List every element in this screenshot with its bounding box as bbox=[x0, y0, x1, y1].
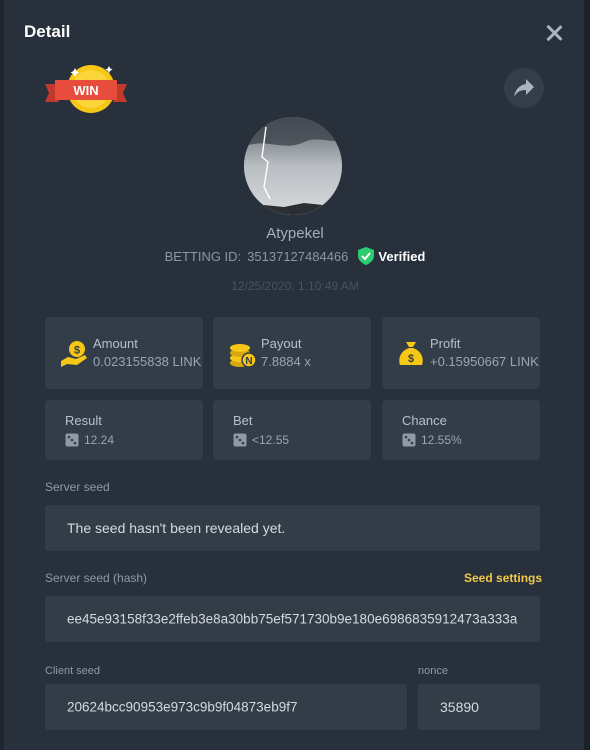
payout-card: N Payout 7.8884 x bbox=[213, 317, 371, 389]
server-seed-hash-value: ee45e93158f33e2ffeb3e8a30bb75ef571730b9e… bbox=[67, 611, 518, 627]
hand-coin-icon: $ bbox=[61, 341, 87, 367]
profit-card: $ Profit +0.15950667 LINK bbox=[382, 317, 540, 389]
amount-card: $ Amount 0.023155838 LINK bbox=[45, 317, 203, 389]
username: Atypekel bbox=[266, 225, 324, 242]
svg-text:N: N bbox=[245, 356, 252, 367]
svg-text:$: $ bbox=[408, 353, 414, 365]
profit-label: Profit bbox=[430, 336, 461, 351]
verified-label: Verified bbox=[378, 248, 426, 264]
modal-title: Detail bbox=[24, 22, 71, 41]
bet-value: <12.55 bbox=[252, 433, 290, 447]
nonce-field[interactable]: 35890 bbox=[418, 684, 540, 730]
betting-id-value: 35137127484466 bbox=[247, 248, 349, 264]
avatar bbox=[244, 117, 342, 215]
nonce-value: 35890 bbox=[440, 699, 479, 715]
chance-card: Chance 12.55% bbox=[382, 400, 540, 460]
dice-icon bbox=[233, 433, 247, 447]
server-seed-hash-field[interactable]: ee45e93158f33e2ffeb3e8a30bb75ef571730b9e… bbox=[45, 596, 540, 642]
payout-value: 7.8884 x bbox=[261, 354, 311, 369]
profit-value: +0.15950667 LINK bbox=[430, 354, 539, 369]
share-button[interactable] bbox=[504, 68, 544, 108]
share-icon bbox=[514, 79, 534, 97]
result-label: Result bbox=[65, 413, 102, 428]
server-seed-field[interactable]: The seed hasn't been revealed yet. bbox=[45, 505, 540, 551]
result-value-row: 12.24 bbox=[65, 433, 114, 447]
avatar-image bbox=[244, 117, 342, 215]
nonce-label: nonce bbox=[418, 665, 448, 677]
payout-label: Payout bbox=[261, 336, 302, 351]
client-seed-label: Client seed bbox=[45, 665, 101, 677]
client-seed-value: 20624bcc90953e973c9b9f04873eb9f7 bbox=[67, 699, 298, 715]
close-icon[interactable] bbox=[543, 22, 565, 44]
server-seed-value: The seed hasn't been revealed yet. bbox=[67, 520, 286, 536]
result-value: 12.24 bbox=[84, 433, 115, 447]
bet-label: Bet bbox=[233, 413, 253, 428]
dice-icon bbox=[402, 433, 416, 447]
bet-value-row: <12.55 bbox=[233, 433, 289, 447]
money-bag-icon: $ bbox=[399, 342, 423, 365]
bet-card: Bet <12.55 bbox=[213, 400, 371, 460]
verified-badge: Verified bbox=[358, 247, 425, 265]
coin-stack-icon: N bbox=[230, 344, 257, 368]
win-badge-text: WIN bbox=[73, 83, 98, 98]
betting-id-row: BETTING ID: 35137127484466 Verified bbox=[0, 247, 590, 265]
bet-date: 12/25/2020, 1:10:49 AM bbox=[231, 279, 359, 293]
amount-value: 0.023155838 LINK bbox=[93, 354, 202, 369]
server-seed-label: Server seed bbox=[45, 480, 110, 494]
chance-value: 12.55% bbox=[421, 433, 462, 447]
svg-text:$: $ bbox=[74, 345, 80, 357]
client-seed-field[interactable]: 20624bcc90953e973c9b9f04873eb9f7 bbox=[45, 684, 407, 730]
server-seed-hash-label: Server seed (hash) bbox=[45, 571, 148, 585]
modal-edge bbox=[584, 0, 590, 750]
win-badge-icon: WIN bbox=[45, 65, 127, 113]
shield-check-icon bbox=[358, 247, 375, 265]
betting-id-label: BETTING ID: bbox=[164, 248, 242, 264]
chance-value-row: 12.55% bbox=[402, 433, 462, 447]
result-card: Result 12.24 bbox=[45, 400, 203, 460]
amount-label: Amount bbox=[93, 336, 138, 351]
seed-settings-link[interactable]: Seed settings bbox=[464, 571, 542, 585]
chance-label: Chance bbox=[402, 413, 447, 428]
dice-icon bbox=[65, 433, 79, 447]
